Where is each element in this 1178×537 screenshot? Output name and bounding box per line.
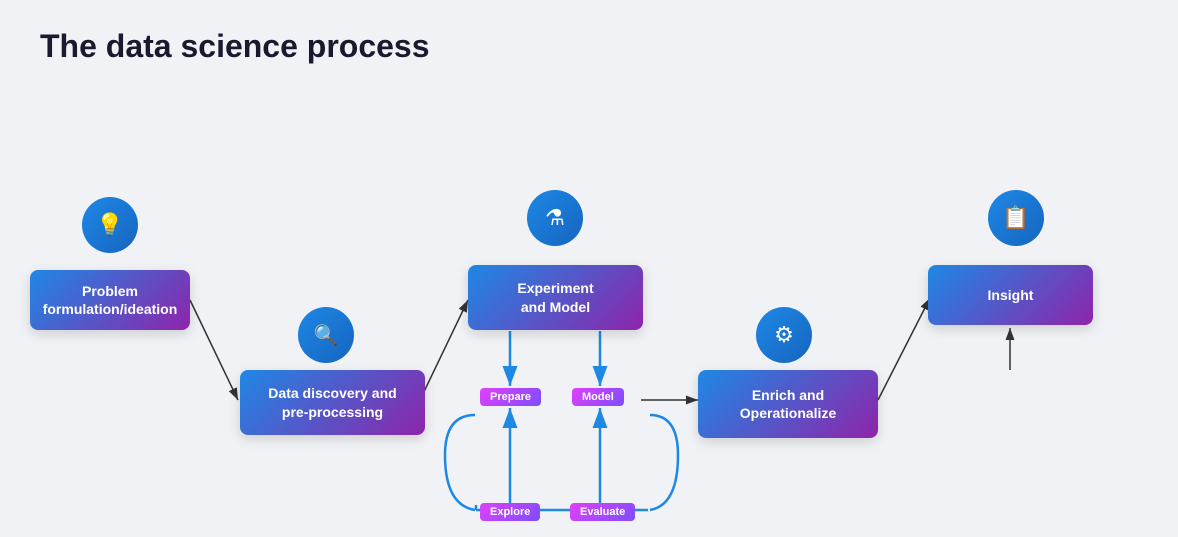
experiment-icon: ⚗ [527, 190, 583, 246]
pill-explore: Explore [480, 503, 540, 521]
enrich-box: Enrich and Operationalize [698, 370, 878, 438]
diagram-area: Problem formulation/ideation Data discov… [0, 75, 1178, 535]
experiment-box: Experiment and Model [468, 265, 643, 330]
enrich-icon: ⚙ [756, 307, 812, 363]
data-discovery-box: Data discovery and pre-processing [240, 370, 425, 435]
data-discovery-icon: 🔍 [298, 307, 354, 363]
pill-evaluate: Evaluate [570, 503, 635, 521]
pill-prepare: Prepare [480, 388, 541, 406]
problem-icon: 💡 [82, 197, 138, 253]
problem-box: Problem formulation/ideation [30, 270, 190, 330]
insight-icon: 📋 [988, 190, 1044, 246]
insight-box: Insight [928, 265, 1093, 325]
pill-model: Model [572, 388, 624, 406]
page-title: The data science process [0, 0, 1178, 65]
